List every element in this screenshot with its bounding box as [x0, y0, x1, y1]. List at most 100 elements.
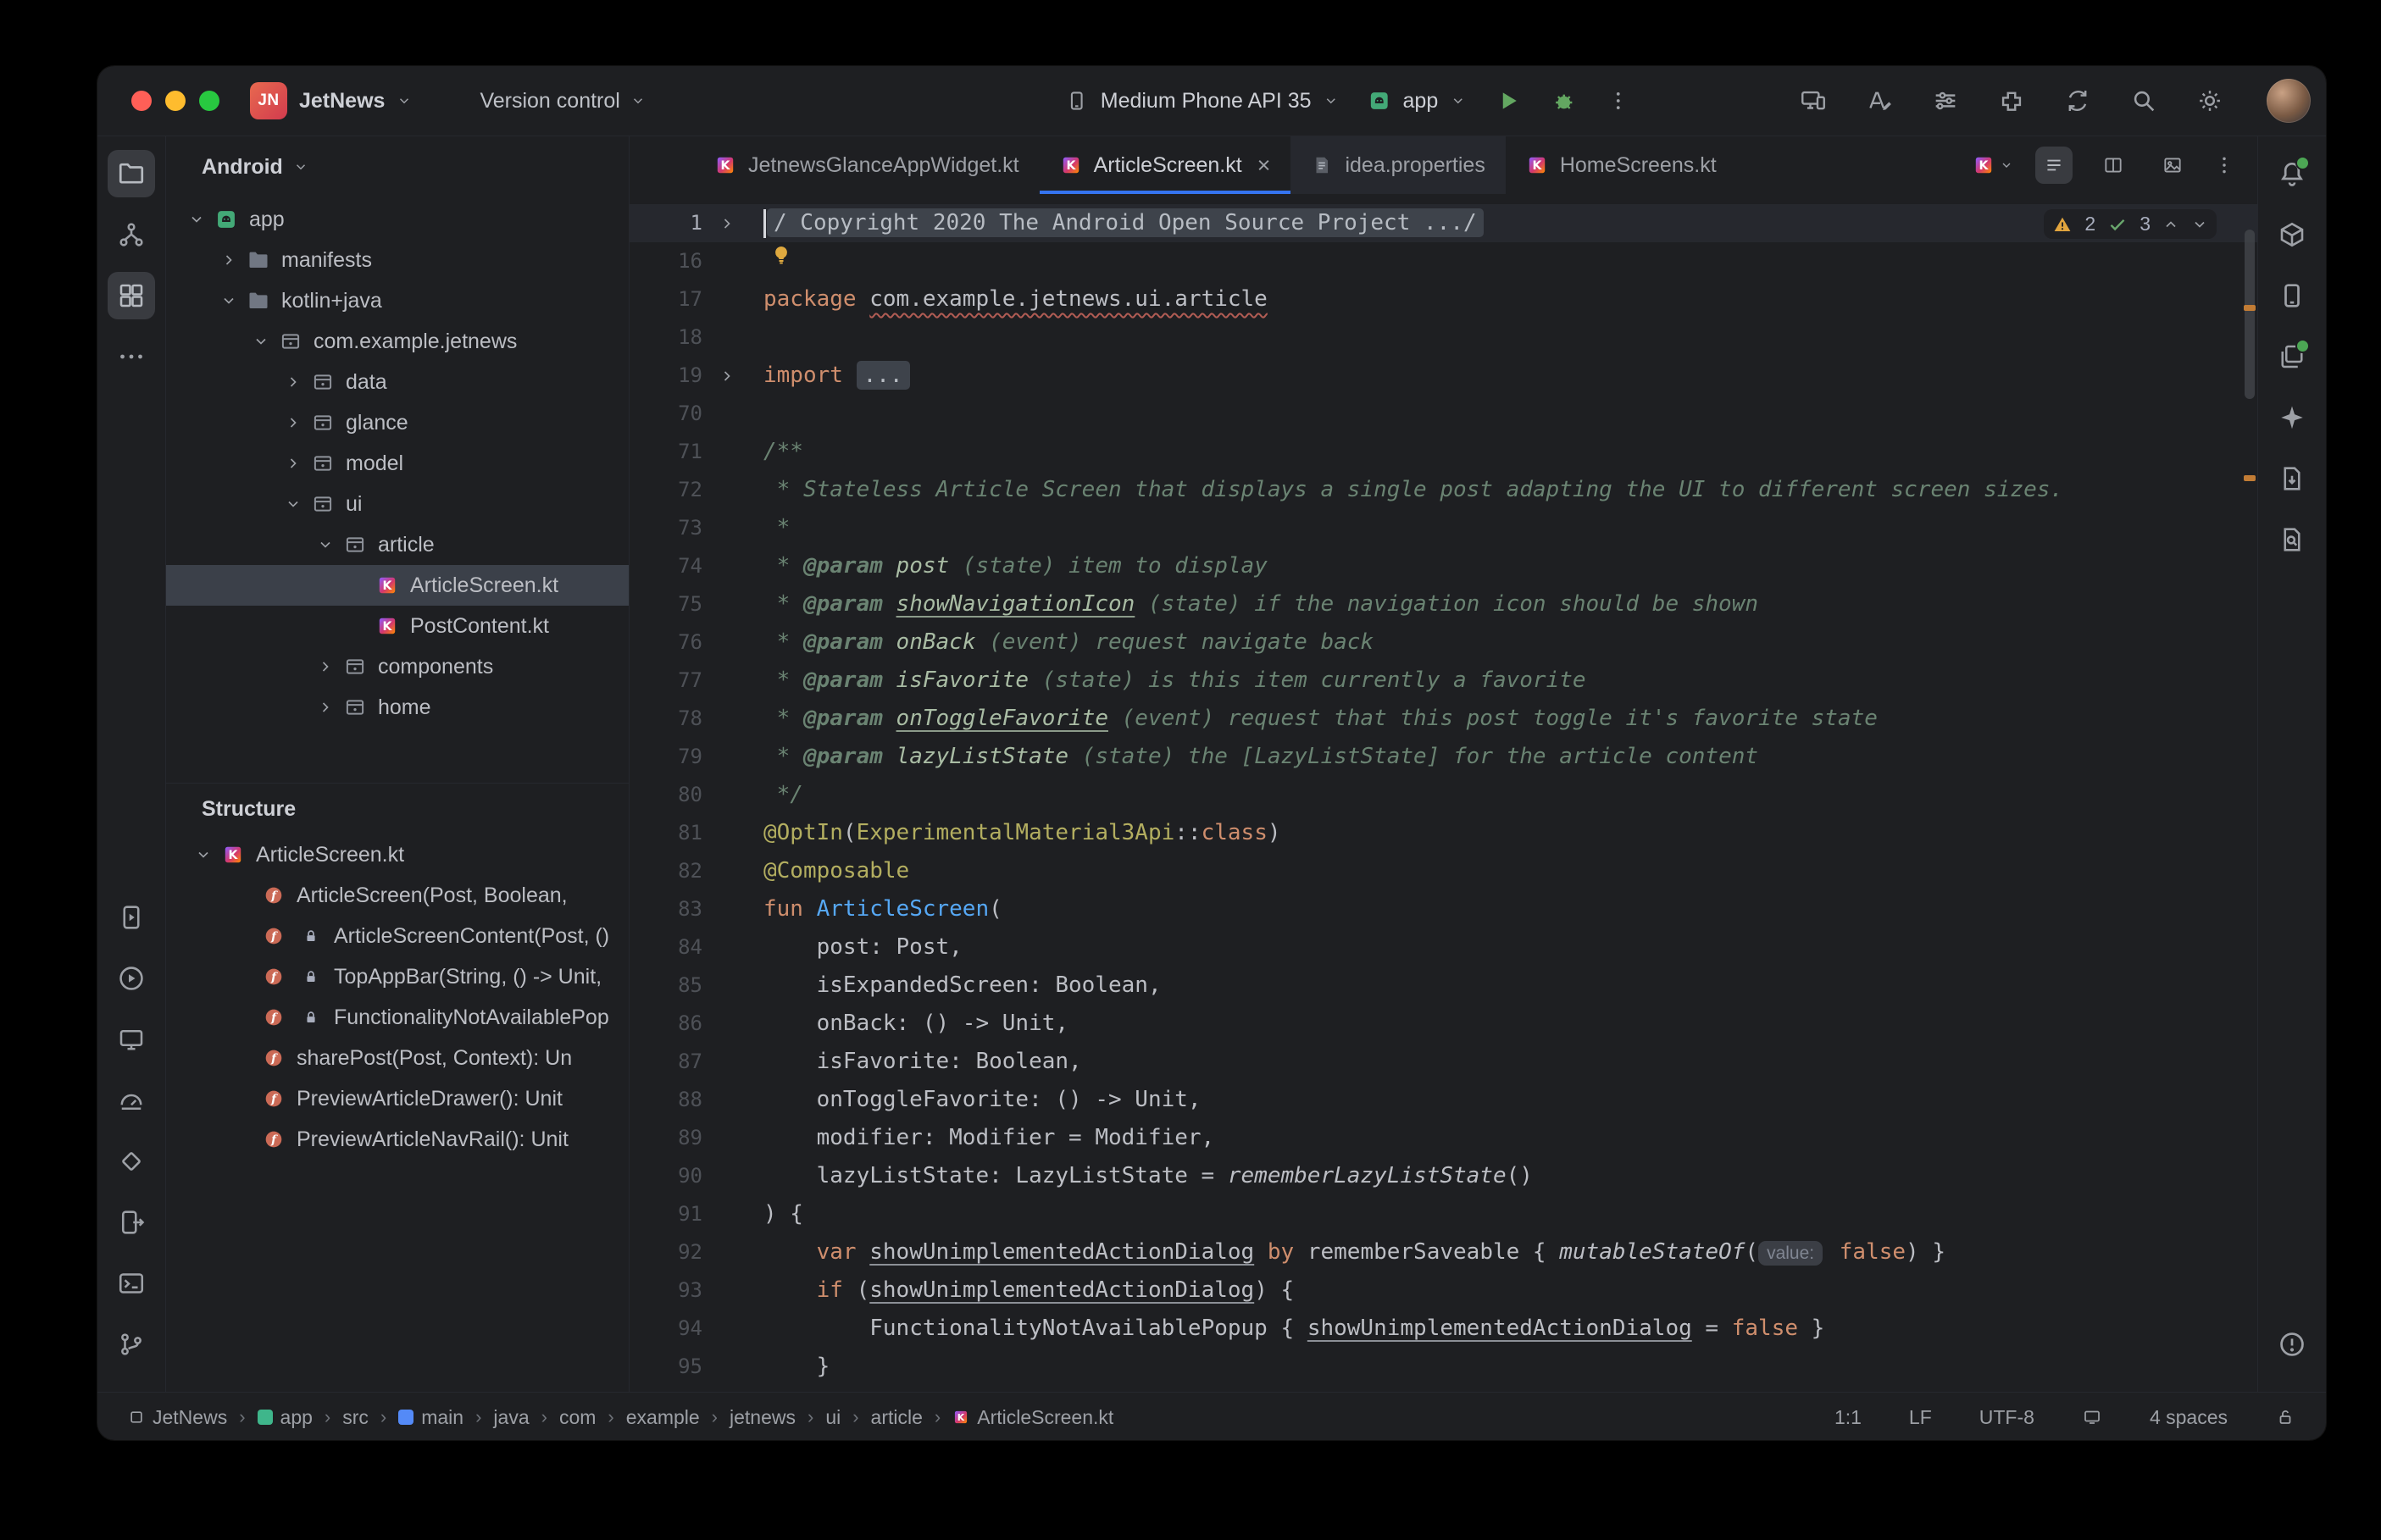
structure-item[interactable]: fsharePost(Post, Context): Un	[166, 1038, 629, 1078]
structure-tool-icon[interactable]	[108, 272, 155, 319]
breadcrumb-com[interactable]: com	[559, 1406, 596, 1429]
warning-mark[interactable]	[2244, 475, 2256, 481]
run-tool-icon[interactable]	[108, 955, 155, 1002]
project-view-selector[interactable]: Android	[166, 136, 629, 197]
structure-item[interactable]: fArticleScreenContent(Post, ()	[166, 916, 629, 956]
warning-mark[interactable]	[2244, 305, 2256, 311]
code-line-72[interactable]: 72 * Stateless Article Screen that displ…	[630, 471, 2257, 509]
editor-tab-HomeScreens.kt[interactable]: KHomeScreens.kt	[1506, 136, 1737, 194]
code-line-74[interactable]: 74 * @param post (state) item to display	[630, 547, 2257, 585]
error-stripe[interactable]	[2240, 194, 2257, 1392]
chevron-right-icon[interactable]	[317, 658, 334, 675]
search-everywhere-icon[interactable]	[2129, 86, 2158, 115]
tree-item-kotlin+java[interactable]: kotlin+java	[166, 280, 629, 321]
tree-item-PostContent.kt[interactable]: KPostContent.kt	[166, 606, 629, 646]
chevron-right-icon[interactable]	[285, 414, 302, 431]
previous-issue-icon[interactable]	[2162, 216, 2179, 233]
tree-item-manifests[interactable]: manifests	[166, 240, 629, 280]
project-tool-icon[interactable]	[108, 150, 155, 197]
code-line-94[interactable]: 94 FunctionalityNotAvailablePopup { show…	[630, 1310, 2257, 1348]
chevron-right-icon[interactable]	[220, 252, 237, 269]
plugins-icon[interactable]	[1997, 86, 2026, 115]
breadcrumb-JetNews[interactable]: JetNews	[128, 1406, 227, 1429]
tree-item-glance[interactable]: glance	[166, 402, 629, 443]
chevron-down-icon[interactable]	[195, 846, 212, 863]
commit-tool-icon[interactable]	[108, 211, 155, 258]
scrollbar-thumb[interactable]	[2245, 230, 2255, 399]
tab-options-icon[interactable]	[2213, 154, 2235, 176]
chevron-down-icon[interactable]	[253, 333, 269, 350]
structure-item[interactable]: fTopAppBar(String, () -> Unit,	[166, 956, 629, 997]
code-line-86[interactable]: 86 onBack: () -> Unit,	[630, 1005, 2257, 1043]
device-explorer-icon[interactable]	[108, 1199, 155, 1246]
breadcrumb-article[interactable]: article	[871, 1406, 923, 1429]
debug-button[interactable]	[1550, 87, 1577, 114]
code-line-91[interactable]: 91) {	[630, 1195, 2257, 1233]
structure-root-ArticleScreen.kt[interactable]: KArticleScreen.kt	[166, 834, 629, 875]
code-line-95[interactable]: 95 }	[630, 1348, 2257, 1386]
breadcrumb-jetnews[interactable]: jetnews	[730, 1406, 796, 1429]
code-line-73[interactable]: 73 *	[630, 509, 2257, 547]
structure-item[interactable]: fArticleScreen(Post, Boolean,	[166, 875, 629, 916]
terminal-icon[interactable]	[108, 1260, 155, 1307]
indent-setting[interactable]: 4 spaces	[2150, 1406, 2228, 1429]
gemini-icon[interactable]	[2268, 394, 2316, 441]
profiler-icon[interactable]	[108, 1077, 155, 1124]
structure-item[interactable]: fPreviewArticleDrawer(): Unit	[166, 1078, 629, 1119]
resource-manager-icon[interactable]	[2268, 333, 2316, 380]
gradle-tool-icon[interactable]	[2268, 211, 2316, 258]
code-line-75[interactable]: 75 * @param showNavigationIcon (state) i…	[630, 585, 2257, 623]
code-view-toggle[interactable]	[2035, 147, 2073, 184]
chevron-down-icon[interactable]	[285, 496, 302, 512]
user-avatar[interactable]	[2267, 79, 2311, 123]
code-line-87[interactable]: 87 isFavorite: Boolean,	[630, 1043, 2257, 1081]
code-line-71[interactable]: 71/**	[630, 433, 2257, 471]
more-tools-icon[interactable]	[108, 333, 155, 380]
code-line-79[interactable]: 79 * @param lazyListState (state) the [L…	[630, 738, 2257, 776]
hidden-tabs-dropdown[interactable]: K	[1973, 154, 2013, 176]
code-editor[interactable]: 1/ Copyright 2020 The Android Open Sourc…	[630, 194, 2257, 1392]
structure-item[interactable]: fPreviewArticleNavRail(): Unit	[166, 1119, 629, 1160]
zoom-button[interactable]	[199, 91, 219, 111]
chevron-right-icon[interactable]	[285, 455, 302, 472]
code-line-84[interactable]: 84 post: Post,	[630, 928, 2257, 967]
code-line-70[interactable]: 70	[630, 395, 2257, 433]
chevron-right-icon[interactable]	[317, 699, 334, 716]
app-insights-icon[interactable]	[2268, 455, 2316, 502]
notifications-bell-icon[interactable]	[2268, 150, 2316, 197]
breadcrumb-app[interactable]: app	[258, 1406, 313, 1429]
code-line-80[interactable]: 80 */	[630, 776, 2257, 814]
chevron-right-icon[interactable]	[285, 374, 302, 391]
code-line-93[interactable]: 93 if (showUnimplementedActionDialog) {	[630, 1271, 2257, 1310]
intention-bulb-icon[interactable]	[769, 242, 794, 268]
letter-a-pencil-icon[interactable]	[1865, 86, 1894, 115]
code-line-88[interactable]: 88 onToggleFavorite: () -> Unit,	[630, 1081, 2257, 1119]
caret-position[interactable]: 1:1	[1834, 1406, 1862, 1429]
fold-chevron-icon[interactable]	[719, 368, 735, 385]
code-line-78[interactable]: 78 * @param onToggleFavorite (event) req…	[630, 700, 2257, 738]
problems-icon[interactable]	[2268, 1321, 2316, 1368]
tree-item-article[interactable]: article	[166, 524, 629, 565]
editor-preview-icon[interactable]	[2082, 1407, 2102, 1427]
code-line-16[interactable]: 16	[630, 242, 2257, 280]
code-line-92[interactable]: 92 var showUnimplementedActionDialog by …	[630, 1233, 2257, 1271]
settings-gear-icon[interactable]	[2195, 86, 2224, 115]
git-branch-icon[interactable]	[108, 1321, 155, 1368]
device-selector[interactable]: Medium Phone API 35	[1065, 89, 1339, 114]
breadcrumb-src[interactable]: src	[342, 1406, 369, 1429]
breadcrumb-main[interactable]: main	[398, 1406, 463, 1429]
code-line-82[interactable]: 82@Composable	[630, 852, 2257, 890]
chevron-down-icon[interactable]	[317, 536, 334, 553]
filter-sliders-icon[interactable]	[1931, 86, 1960, 115]
more-actions-icon[interactable]	[1606, 89, 1629, 113]
close-button[interactable]	[131, 91, 152, 111]
device-mirroring-icon[interactable]	[1799, 86, 1828, 115]
code-line-83[interactable]: 83fun ArticleScreen(	[630, 890, 2257, 928]
editor-tab-idea.properties[interactable]: idea.properties	[1290, 136, 1505, 194]
code-line-77[interactable]: 77 * @param isFavorite (state) is this i…	[630, 662, 2257, 700]
breadcrumb-java[interactable]: java	[493, 1406, 529, 1429]
code-line-90[interactable]: 90 lazyListState: LazyListState = rememb…	[630, 1157, 2257, 1195]
code-line-76[interactable]: 76 * @param onBack (event) request navig…	[630, 623, 2257, 662]
code-line-81[interactable]: 81@OptIn(ExperimentalMaterial3Api::class…	[630, 814, 2257, 852]
inspections-widget[interactable]: 2 3	[2044, 209, 2217, 239]
